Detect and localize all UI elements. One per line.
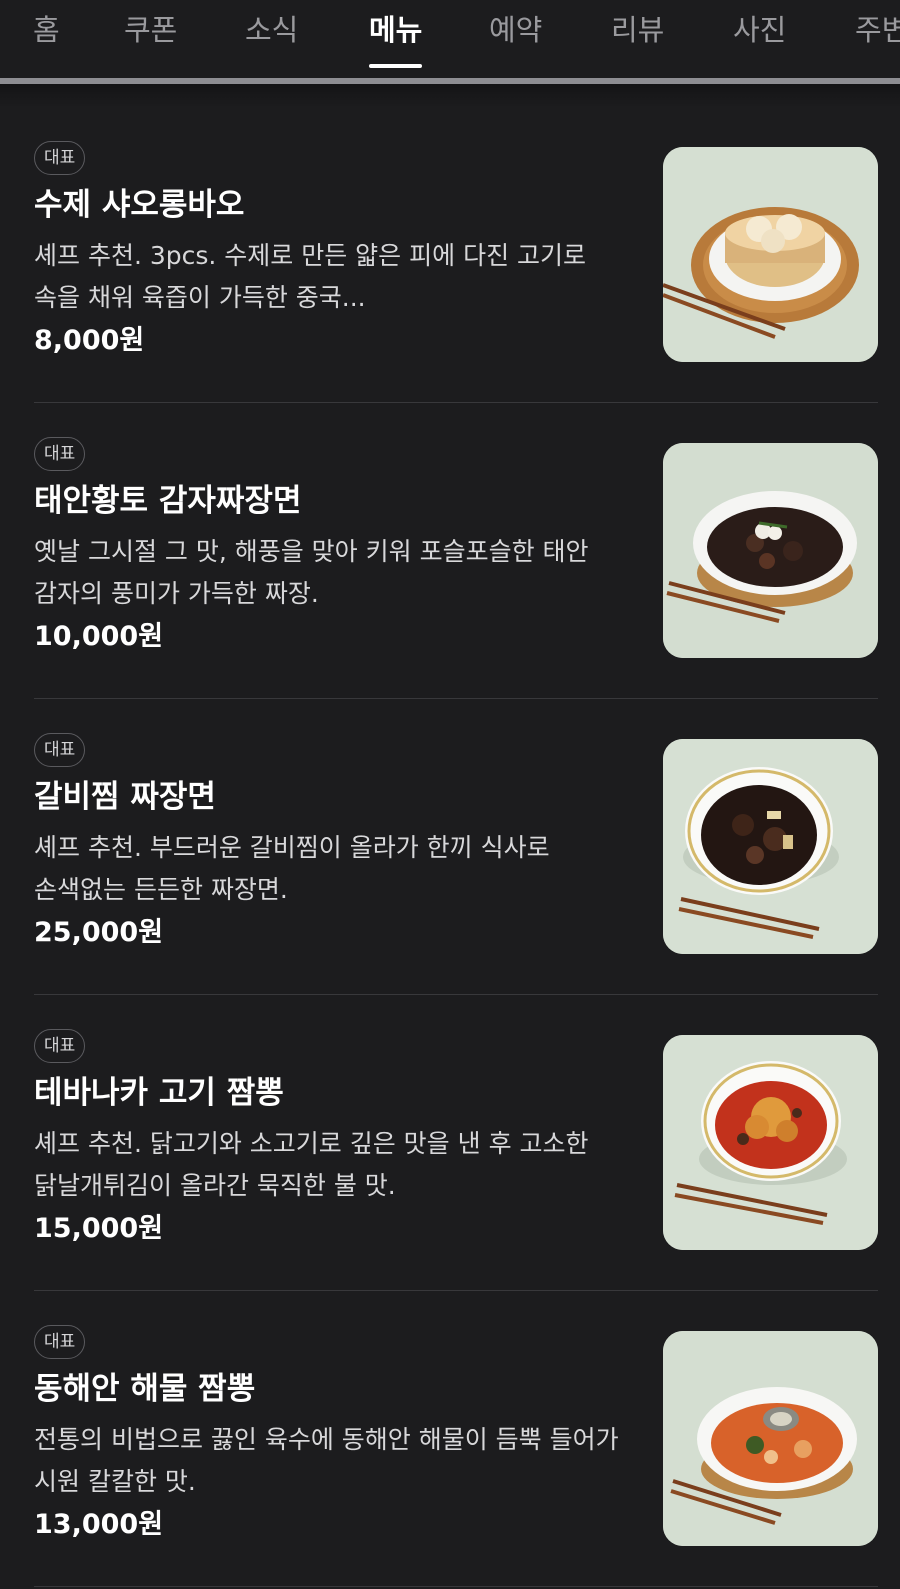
noodle-bowl-icon xyxy=(663,739,878,954)
menu-item[interactable]: 대표 동해안 해물 짬뽕 전통의 비법으로 끓인 육수에 동해안 해물이 듬뿍 … xyxy=(0,1292,900,1588)
tab-review[interactable]: 리뷰 xyxy=(611,8,664,68)
tab-home[interactable]: 홈 xyxy=(33,8,60,68)
item-divider xyxy=(34,698,878,699)
tab-bar: 홈 쿠폰 소식 메뉴 예약 리뷰 사진 주변 xyxy=(0,0,900,78)
dumpling-steamer-icon xyxy=(663,147,878,362)
tab-label: 소식 xyxy=(245,13,299,47)
galbijjim-jajangmyeon-photo-icon[interactable] xyxy=(663,739,878,954)
tab-reservation[interactable]: 예약 xyxy=(489,8,542,68)
item-divider xyxy=(34,402,878,403)
menu-item-name: 수제 샤오롱바오 xyxy=(34,187,245,223)
tab-label: 예약 xyxy=(489,13,543,47)
tab-label: 메뉴 xyxy=(369,13,423,47)
menu-item-name: 태안황토 감자짜장면 xyxy=(34,483,302,519)
signature-badge: 대표 xyxy=(34,1325,86,1359)
jajangmyeon-photo-icon[interactable] xyxy=(663,443,878,658)
active-tab-indicator xyxy=(369,64,423,68)
menu-item[interactable]: 대표 수제 샤오롱바오 셰프 추천. 3pcs. 수제로 만든 얇은 피에 다진… xyxy=(0,108,900,404)
menu-item-description: 셰프 추천. 부드러운 갈비찜이 올라가 한끼 식사로 손색없는 든든한 짜장면… xyxy=(34,833,550,904)
tab-bar-shadow xyxy=(0,84,900,108)
menu-list: 대표 수제 샤오롱바오 셰프 추천. 3pcs. 수제로 만든 얇은 피에 다진… xyxy=(0,108,900,1588)
menu-item-name: 테바나카 고기 짬뽕 xyxy=(34,1075,284,1111)
menu-item[interactable]: 대표 태안황토 감자짜장면 옛날 그시절 그 맛, 해풍을 맞아 키워 포슬포슬… xyxy=(0,404,900,700)
menu-item-price: 8,000원 xyxy=(34,325,145,356)
tab-label: 주변 xyxy=(855,13,900,47)
item-divider xyxy=(34,1290,878,1291)
menu-item[interactable]: 대표 갈비찜 짜장면 셰프 추천. 부드러운 갈비찜이 올라가 한끼 식사로 손… xyxy=(0,700,900,996)
tab-coupon[interactable]: 쿠폰 xyxy=(124,8,177,68)
tab-label: 홈 xyxy=(33,13,60,47)
menu-item[interactable]: 대표 테바나카 고기 짬뽕 셰프 추천. 닭고기와 소고기로 깊은 맛을 낸 후… xyxy=(0,996,900,1292)
tab-nearby[interactable]: 주변 xyxy=(855,8,900,68)
xiaolongbao-photo-icon[interactable] xyxy=(663,147,878,362)
signature-badge: 대표 xyxy=(34,437,86,471)
menu-item-price: 15,000원 xyxy=(34,1213,164,1244)
tab-news[interactable]: 소식 xyxy=(245,8,298,68)
tab-menu[interactable]: 메뉴 xyxy=(369,8,423,68)
tab-photo[interactable]: 사진 xyxy=(733,8,786,68)
tebanaka-jjamppong-photo-icon[interactable] xyxy=(663,1035,878,1250)
tab-label: 리뷰 xyxy=(611,13,665,47)
item-divider xyxy=(34,1586,878,1587)
item-divider xyxy=(34,994,878,995)
menu-item-price: 13,000원 xyxy=(34,1509,164,1540)
tab-label: 쿠폰 xyxy=(124,13,178,47)
signature-badge: 대표 xyxy=(34,141,86,175)
menu-item-description: 옛날 그시절 그 맛, 해풍을 맞아 키워 포슬포슬한 태안 감자의 풍미가 가… xyxy=(34,537,589,608)
menu-item-description: 셰프 추천. 3pcs. 수제로 만든 얇은 피에 다진 고기로 속을 채워 육… xyxy=(34,241,587,312)
menu-item-name: 동해안 해물 짬뽕 xyxy=(34,1371,256,1407)
menu-item-description: 전통의 비법으로 끓인 육수에 동해안 해물이 듬뿍 들어가 시원 칼칼한 맛. xyxy=(34,1425,619,1496)
seafood-jjamppong-photo-icon[interactable] xyxy=(663,1331,878,1546)
menu-item-price: 25,000원 xyxy=(34,917,164,948)
noodle-bowl-icon xyxy=(663,443,878,658)
spicy-soup-bowl-icon xyxy=(663,1035,878,1250)
menu-item-price: 10,000원 xyxy=(34,621,164,652)
signature-badge: 대표 xyxy=(34,733,86,767)
signature-badge: 대표 xyxy=(34,1029,86,1063)
menu-item-name: 갈비찜 짜장면 xyxy=(34,779,216,815)
seafood-soup-bowl-icon xyxy=(663,1331,878,1546)
tab-label: 사진 xyxy=(733,13,787,47)
menu-item-description: 셰프 추천. 닭고기와 소고기로 깊은 맛을 낸 후 고소한 닭날개튀김이 올라… xyxy=(34,1129,589,1200)
